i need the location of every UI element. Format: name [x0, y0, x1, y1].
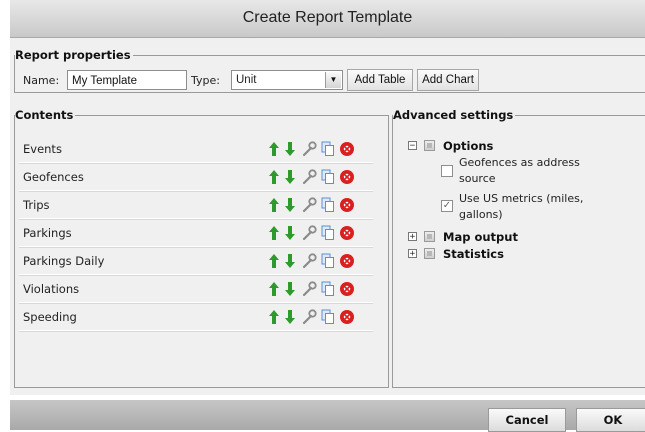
content-row[interactable]: Trips	[19, 192, 373, 219]
content-row-label: Violations	[23, 282, 80, 296]
content-row[interactable]: Violations	[19, 276, 373, 303]
tree-node-label: Statistics	[443, 247, 504, 261]
add-chart-button[interactable]: Add Chart	[417, 69, 479, 91]
report-properties-legend: Report properties	[15, 48, 131, 62]
content-row-label: Parkings Daily	[23, 254, 105, 268]
content-row[interactable]: Geofences	[19, 164, 373, 191]
copy-icon[interactable]	[321, 225, 335, 241]
move-down-icon[interactable]	[283, 253, 297, 269]
move-down-icon[interactable]	[283, 309, 297, 325]
delete-icon[interactable]	[339, 309, 354, 325]
add-table-button[interactable]: Add Table	[347, 69, 413, 91]
content-row[interactable]: Parkings	[19, 220, 373, 247]
contents-group: Contents Events Geofences Trips Parkings Par…	[14, 108, 389, 388]
contents-legend: Contents	[15, 108, 74, 122]
delete-icon[interactable]	[339, 281, 354, 297]
dropdown-arrow-icon[interactable]: ▼	[325, 72, 341, 88]
content-row-label: Trips	[23, 198, 50, 212]
collapse-icon[interactable]: −	[408, 141, 417, 151]
wrench-icon[interactable]	[301, 309, 317, 325]
ok-button[interactable]: OK	[576, 408, 645, 432]
node-checkbox-icon[interactable]	[424, 140, 435, 151]
option-label-line1: Use US metrics (miles,	[459, 192, 584, 205]
type-label: Type:	[191, 74, 220, 87]
wrench-icon[interactable]	[301, 197, 317, 213]
copy-icon[interactable]	[321, 169, 335, 185]
content-row[interactable]: Speeding	[19, 304, 373, 331]
report-properties-group: Report properties Name: My Template Type…	[14, 48, 645, 93]
wrench-icon[interactable]	[301, 281, 317, 297]
expand-icon[interactable]: +	[408, 249, 417, 259]
copy-icon[interactable]	[321, 141, 335, 157]
wrench-icon[interactable]	[301, 253, 317, 269]
wrench-icon[interactable]	[301, 169, 317, 185]
move-down-icon[interactable]	[283, 169, 297, 185]
expand-icon[interactable]: +	[408, 232, 417, 242]
geofences-address-checkbox[interactable]	[441, 165, 453, 177]
move-up-icon[interactable]	[267, 141, 281, 157]
move-down-icon[interactable]	[283, 141, 297, 157]
copy-icon[interactable]	[321, 253, 335, 269]
delete-icon[interactable]	[339, 197, 354, 213]
move-down-icon[interactable]	[283, 197, 297, 213]
dialog-footer: Cancel OK	[10, 400, 645, 432]
dialog-title-bar: Create Report Template	[10, 0, 645, 38]
us-metrics-checkbox[interactable]: ✓	[441, 200, 453, 212]
content-row[interactable]: Parkings Daily	[19, 248, 373, 275]
dialog-body: Report properties Name: My Template Type…	[10, 38, 645, 395]
move-up-icon[interactable]	[267, 197, 281, 213]
settings-tree: − Options Geofences as address source ✓ …	[401, 138, 645, 263]
option-label-line1: Geofences as address	[459, 156, 580, 169]
move-up-icon[interactable]	[267, 253, 281, 269]
move-up-icon[interactable]	[267, 169, 281, 185]
option-label-line2: gallons)	[459, 208, 503, 221]
copy-icon[interactable]	[321, 309, 335, 325]
content-row-label: Geofences	[23, 170, 84, 184]
dialog-title: Create Report Template	[242, 9, 413, 26]
wrench-icon[interactable]	[301, 225, 317, 241]
content-row-label: Events	[23, 142, 62, 156]
node-checkbox-icon[interactable]	[424, 231, 435, 242]
type-select[interactable]: Unit ▼	[231, 70, 343, 90]
tree-node-statistics[interactable]: + Statistics	[401, 246, 645, 263]
move-down-icon[interactable]	[283, 225, 297, 241]
advanced-settings-group: Advanced settings − Options Geofences as…	[392, 108, 645, 388]
copy-icon[interactable]	[321, 197, 335, 213]
option-geofences-address[interactable]: Geofences as address source	[401, 155, 645, 191]
name-label: Name:	[23, 74, 60, 87]
tree-node-options[interactable]: − Options	[401, 138, 645, 155]
copy-icon[interactable]	[321, 281, 335, 297]
advanced-settings-legend: Advanced settings	[393, 108, 514, 122]
move-up-icon[interactable]	[267, 225, 281, 241]
delete-icon[interactable]	[339, 141, 354, 157]
type-select-value: Unit	[236, 74, 257, 86]
tree-node-map-output[interactable]: + Map output	[401, 229, 645, 246]
node-checkbox-icon[interactable]	[424, 248, 435, 259]
content-row-label: Speeding	[23, 310, 77, 324]
wrench-icon[interactable]	[301, 141, 317, 157]
template-name-input[interactable]: My Template	[67, 70, 187, 90]
delete-icon[interactable]	[339, 169, 354, 185]
option-us-metrics[interactable]: ✓ Use US metrics (miles, gallons)	[401, 191, 645, 229]
move-up-icon[interactable]	[267, 281, 281, 297]
content-row[interactable]: Events	[19, 136, 373, 163]
option-label-line2: source	[459, 172, 496, 185]
contents-list: Events Geofences Trips Parkings Parkings Dai…	[19, 136, 373, 332]
move-down-icon[interactable]	[283, 281, 297, 297]
delete-icon[interactable]	[339, 253, 354, 269]
tree-node-label: Options	[443, 139, 494, 153]
content-row-label: Parkings	[23, 226, 72, 240]
tree-node-label: Map output	[443, 230, 518, 244]
cancel-button[interactable]: Cancel	[488, 408, 566, 432]
move-up-icon[interactable]	[267, 309, 281, 325]
delete-icon[interactable]	[339, 225, 354, 241]
